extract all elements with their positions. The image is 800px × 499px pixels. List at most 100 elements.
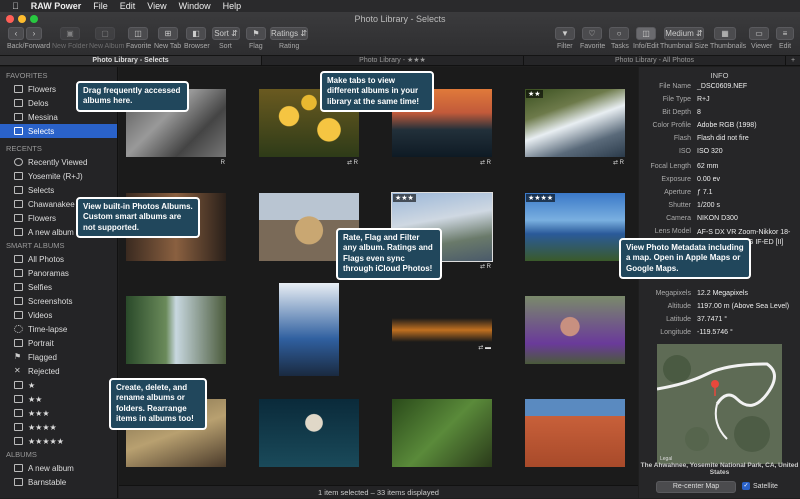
recenter-map-button[interactable]: Re-center Map (656, 481, 736, 493)
favorite-button[interactable]: ♡ (582, 27, 602, 40)
sidebar-item-2-stars[interactable]: ★★ (0, 392, 117, 406)
sidebar-item-time-lapse[interactable]: Time-lapse (0, 322, 117, 336)
info-row: Color Profile Adobe RGB (1998) (639, 122, 800, 132)
ratings-dropdown[interactable]: Ratings ⇵ (270, 27, 308, 40)
sidebar-item-selfies[interactable]: Selfies (0, 280, 117, 294)
sidebar-item-videos[interactable]: Videos (0, 308, 117, 322)
sidebar-item-yosemite[interactable]: Yosemite (R+J) (0, 169, 117, 183)
sidebar-item-label: ★★★ (28, 408, 50, 418)
tab-all-photos[interactable]: Photo Library - All Photos (524, 56, 786, 65)
smart-albums-header: SMART ALBUMS (6, 241, 65, 250)
info-value: 1197.00 m (Above Sea Level) (697, 303, 790, 310)
sidebar-item-label: Rejected (28, 366, 60, 376)
sidebar-item-flagged[interactable]: ⚑ Flagged (0, 350, 117, 364)
sidebar-item-barnstable[interactable]: Barnstable (0, 475, 117, 489)
info-value: 0.00 ev (697, 176, 720, 183)
flag-icon: ⚑ (14, 352, 22, 361)
album-icon (14, 200, 23, 208)
raw-badge: R (220, 160, 225, 166)
album-plus-icon: ▢ (101, 29, 109, 38)
add-tab-button[interactable]: + (786, 56, 800, 65)
thumbnails-button[interactable]: ▦ (714, 27, 736, 40)
sidebar-item-messina[interactable]: Messina (0, 110, 117, 124)
info-panel-icon: ◫ (642, 29, 650, 38)
menu-file[interactable]: File (93, 1, 108, 11)
info-key: Megapixels (655, 290, 691, 297)
info-row: Megapixels 12.2 Megapixels (639, 290, 800, 300)
albums-header: ALBUMS (6, 450, 37, 459)
raw-jpeg-badge: ⇄ R (479, 160, 491, 166)
menu-window[interactable]: Window (179, 1, 211, 11)
browser-button[interactable]: ◧ (186, 27, 206, 40)
flag-button[interactable]: ⚑ (246, 27, 266, 40)
photo-thumbnail[interactable]: ⇄ ▬ (392, 318, 492, 351)
sidebar-item-selects[interactable]: Selects (0, 124, 117, 138)
photo-thumbnail[interactable] (525, 296, 625, 364)
info-panel: INFO File Name _DSC0609.NEF File Type R+J … (639, 67, 800, 498)
folder-plus-icon: ▣ (66, 29, 74, 38)
chevron-updown-icon: ⇵ (695, 29, 703, 38)
info-row: Longitude -119.5746 ° (639, 329, 800, 339)
album-icon (14, 437, 23, 445)
forward-button[interactable]: › (26, 27, 42, 40)
photo-thumbnail[interactable] (392, 399, 492, 467)
sidebar-item-1-star[interactable]: ★ (0, 378, 117, 392)
sidebar-item-portrait[interactable]: Portrait (0, 336, 117, 350)
viewer-button[interactable]: ▭ (749, 27, 769, 40)
thumbnail-size-dropdown[interactable]: Medium ⇵ (664, 27, 704, 40)
sidebar-item-selects-recent[interactable]: Selects (0, 183, 117, 197)
tab-three-stars[interactable]: Photo Library - ★★★ (262, 56, 524, 65)
sidebar-item-rejected[interactable]: ✕ Rejected (0, 364, 117, 378)
sidebar-icon: ◧ (192, 29, 200, 38)
satellite-toggle[interactable]: ✓ Satellite (742, 482, 778, 490)
back-button[interactable]: ‹ (8, 27, 24, 40)
menu-app-name[interactable]: RAW Power (31, 1, 82, 11)
photo-thumbnail[interactable]: ★★ ⇄ R (525, 89, 625, 166)
info-key: Exposure (661, 176, 691, 183)
sidebar-item-label: Flagged (28, 352, 57, 362)
viewer-icon: ▭ (755, 29, 763, 38)
photo-thumbnail[interactable] (259, 399, 359, 467)
menu-help[interactable]: Help (223, 1, 242, 11)
photo-thumbnail[interactable] (126, 296, 226, 364)
photo-thumbnail[interactable] (525, 399, 625, 467)
info-value: 37.7471 ° (697, 316, 728, 323)
sidebar-item-5-stars[interactable]: ★★★★★ (0, 434, 117, 448)
sidebar-item-label: Chawanakee (28, 199, 75, 209)
photo-thumbnail[interactable]: ★★★★ (525, 193, 625, 261)
menu-view[interactable]: View (147, 1, 166, 11)
flag-label: Flag (249, 43, 263, 50)
sidebar-item-screenshots[interactable]: Screenshots (0, 294, 117, 308)
favorite-album-button[interactable]: ◫ (128, 27, 148, 40)
edit-button[interactable]: ≡ (776, 27, 794, 40)
back-forward-label: Back/Forward (7, 43, 51, 50)
location-map[interactable]: Legal (657, 344, 782, 464)
sort-value: Sort (214, 29, 229, 38)
sidebar-item-all-photos[interactable]: All Photos (0, 252, 117, 266)
sort-dropdown[interactable]: Sort ⇵ (212, 27, 240, 40)
sidebar-item-3-stars[interactable]: ★★★ (0, 406, 117, 420)
new-folder-button[interactable]: ▣ (60, 27, 80, 40)
sidebar-item-4-stars[interactable]: ★★★★ (0, 420, 117, 434)
tab-selects[interactable]: Photo Library - Selects (0, 56, 262, 65)
info-edit-button[interactable]: ◫ (636, 27, 656, 40)
sidebar-item-recently-viewed[interactable]: Recently Viewed (0, 155, 117, 169)
photo-thumbnail[interactable] (279, 283, 339, 376)
sidebar-item-panoramas[interactable]: Panoramas (0, 266, 117, 280)
sidebar-item-a-new-album[interactable]: A new album (0, 461, 117, 475)
sidebar-item-label: Recently Viewed (28, 157, 88, 167)
info-row: Camera NIKON D300 (639, 215, 800, 225)
menu-edit[interactable]: Edit (120, 1, 136, 11)
apple-menu-icon[interactable]:  (12, 1, 19, 11)
map-caption: The Ahwahnee, Yosemite National Park, CA… (640, 462, 799, 476)
album-icon (14, 395, 23, 403)
info-value: 12.2 Megapixels (697, 290, 748, 297)
sidebar-item-label: Selfies (28, 282, 53, 292)
filter-button[interactable]: ▼ (555, 27, 575, 40)
tasks-button[interactable]: ○ (609, 27, 629, 40)
menu-bar:  RAW Power File Edit View Window Help (0, 0, 800, 12)
new-album-button[interactable]: ▢ (95, 27, 115, 40)
new-tab-button[interactable]: ⊞ (158, 27, 178, 40)
info-value: Adobe RGB (1998) (697, 122, 757, 129)
info-key: ISO (678, 148, 691, 155)
